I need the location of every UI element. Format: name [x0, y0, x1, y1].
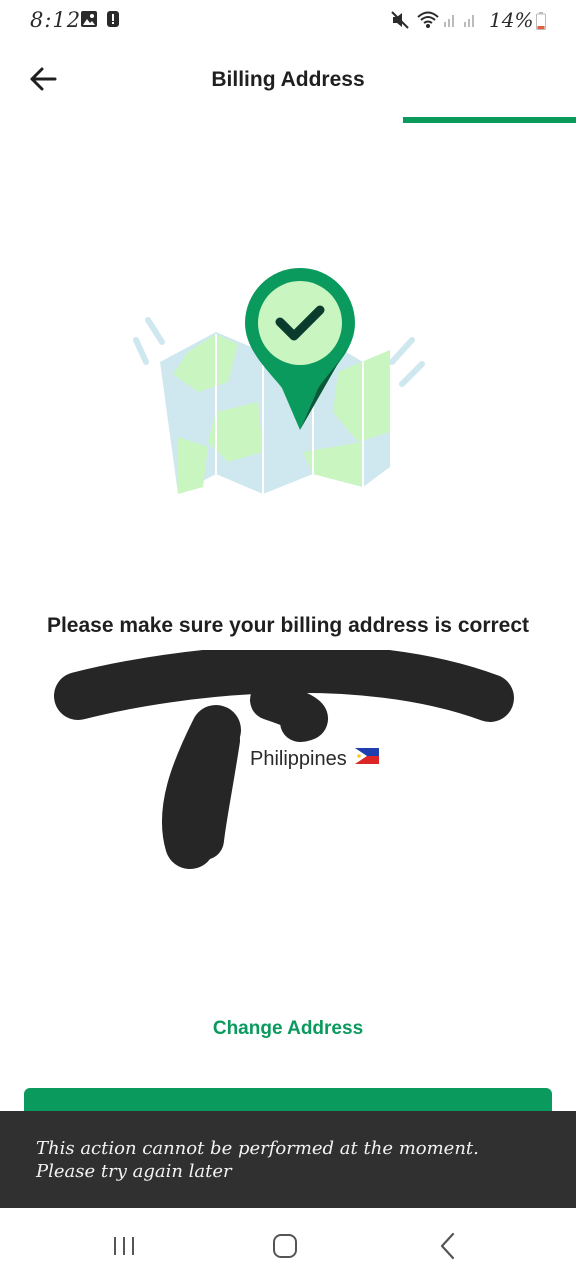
system-nav-bar — [0, 1208, 576, 1280]
status-bar: 8:12 14% — [0, 0, 576, 44]
change-address-link[interactable]: Change Address — [0, 1018, 576, 1040]
address-block: Philippines — [0, 650, 576, 880]
home-icon — [273, 1234, 297, 1258]
prompt-text: Please make sure your billing address is… — [46, 614, 530, 637]
photo-icon — [80, 10, 98, 33]
battery-level: 14% — [489, 8, 534, 32]
mute-icon — [390, 10, 410, 35]
page-title: Billing Address — [211, 68, 365, 91]
home-button[interactable] — [265, 1226, 305, 1266]
screen: 8:12 14% Billing Address Please make sur… — [0, 0, 576, 1280]
redaction-scribble — [54, 650, 514, 869]
progress-fill — [403, 117, 576, 123]
nav-back-button[interactable] — [428, 1226, 468, 1266]
alert-icon — [106, 10, 120, 33]
app-header: Billing Address — [0, 44, 576, 124]
nav-back-icon — [440, 1232, 455, 1260]
status-time: 8:12 — [30, 8, 82, 32]
map-pin-illustration — [133, 268, 425, 494]
recent-apps-icon — [114, 1237, 134, 1255]
signal-icon — [442, 10, 482, 33]
toast-message: This action cannot be performed at the m… — [36, 1138, 479, 1182]
progress-bar — [0, 117, 576, 123]
recent-apps-button[interactable] — [104, 1226, 144, 1266]
toast: This action cannot be performed at the m… — [0, 1111, 576, 1208]
battery-icon — [536, 12, 546, 35]
wifi-icon — [416, 10, 440, 35]
